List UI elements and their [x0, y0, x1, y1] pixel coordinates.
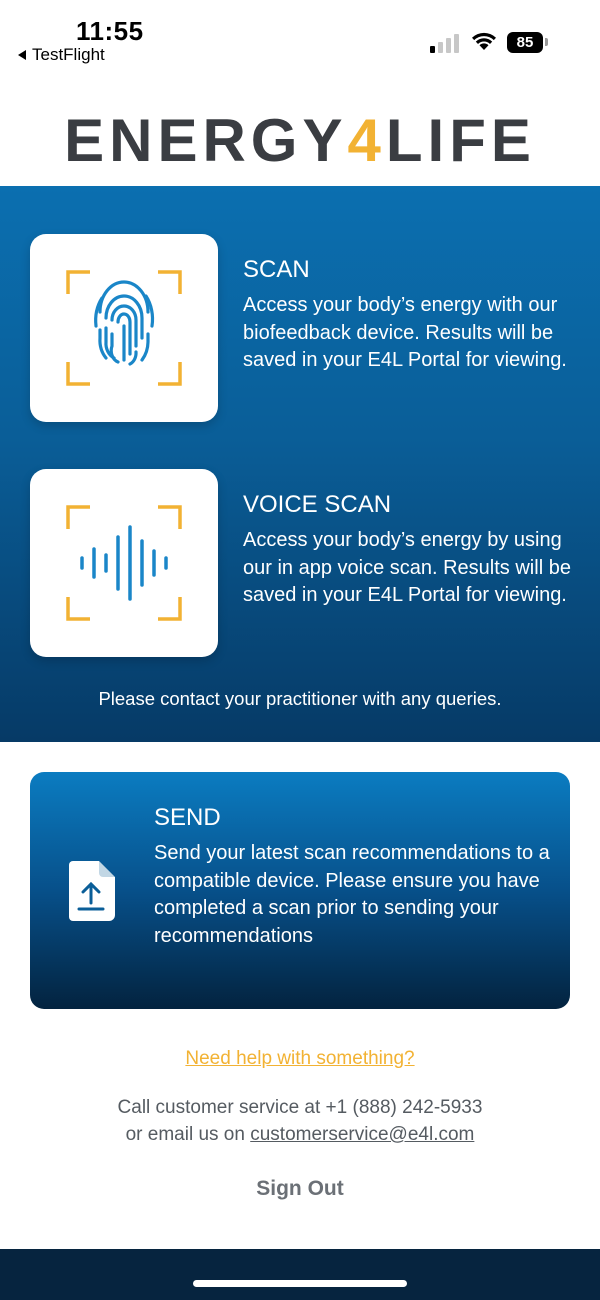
voice-scan-title: VOICE SCAN — [243, 491, 392, 518]
file-upload-icon — [69, 861, 115, 921]
features-panel: SCAN Access your body’s energy with our … — [0, 186, 600, 742]
cellular-signal-icon — [430, 33, 459, 53]
soundwave-icon — [66, 505, 182, 621]
send-title: SEND — [154, 804, 221, 831]
practitioner-contact-note: Please contact your practitioner with an… — [98, 688, 502, 709]
voice-scan-description: Access your body’s energy by using our i… — [243, 529, 571, 606]
logo-text-energy: ENERGY — [64, 107, 348, 174]
battery-tip — [545, 38, 548, 46]
back-arrow-icon — [18, 50, 26, 60]
energy4life-logo: ENERGY4LIFE — [0, 106, 600, 175]
scan-feature[interactable]: SCAN Access your body’s energy with our … — [0, 234, 600, 424]
email-prefix: or email us on — [125, 1124, 251, 1145]
need-help-link[interactable]: Need help with something? — [0, 1048, 600, 1070]
logo-text-4: 4 — [347, 107, 386, 174]
send-description: Send your latest scan recommendations to… — [154, 842, 550, 947]
wifi-icon — [472, 32, 496, 50]
customer-service-email-link[interactable]: customerservice@e4l.com — [250, 1124, 474, 1145]
scan-button[interactable] — [30, 234, 218, 422]
customer-service-email-line: or email us on customerservice@e4l.com — [0, 1124, 600, 1146]
send-card[interactable]: SEND Send your latest scan recommendatio… — [30, 772, 570, 1009]
bottom-bar — [0, 1249, 600, 1300]
scan-description: Access your body’s energy with our biofe… — [243, 294, 567, 371]
customer-service-phone: Call customer service at +1 (888) 242-59… — [117, 1097, 483, 1118]
back-to-app-link[interactable]: TestFlight — [18, 45, 105, 65]
fingerprint-icon — [66, 270, 182, 386]
back-app-label: TestFlight — [32, 45, 105, 64]
logo-text-life: LIFE — [385, 107, 536, 174]
voice-scan-text: VOICE SCAN Access your body’s energy by … — [243, 491, 573, 610]
sign-out-button[interactable]: Sign Out — [0, 1177, 600, 1201]
battery-indicator: 85 — [507, 32, 543, 53]
status-bar: 11:55 TestFlight 85 — [0, 0, 600, 80]
scan-title: SCAN — [243, 256, 310, 283]
voice-scan-button[interactable] — [30, 469, 218, 657]
status-time: 11:55 — [76, 16, 144, 46]
home-indicator[interactable] — [193, 1280, 407, 1287]
send-text: SEND Send your latest scan recommendatio… — [154, 804, 554, 950]
scan-text: SCAN Access your body’s energy with our … — [243, 256, 573, 375]
voice-scan-feature[interactable]: VOICE SCAN Access your body’s energy by … — [0, 469, 600, 659]
